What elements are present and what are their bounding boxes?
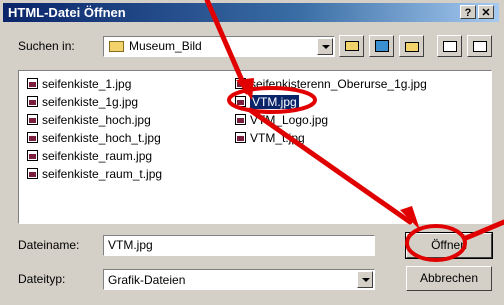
- annotation-overlay: [204, 0, 504, 262]
- arrow-to-file-line: [204, 0, 250, 95]
- button-highlight-ellipse: [405, 224, 467, 262]
- annotation-marks: [204, 0, 504, 262]
- file-highlight-ellipse: [227, 86, 317, 114]
- arrow-to-button-line: [247, 107, 413, 225]
- annotation-tail-line: [463, 219, 504, 241]
